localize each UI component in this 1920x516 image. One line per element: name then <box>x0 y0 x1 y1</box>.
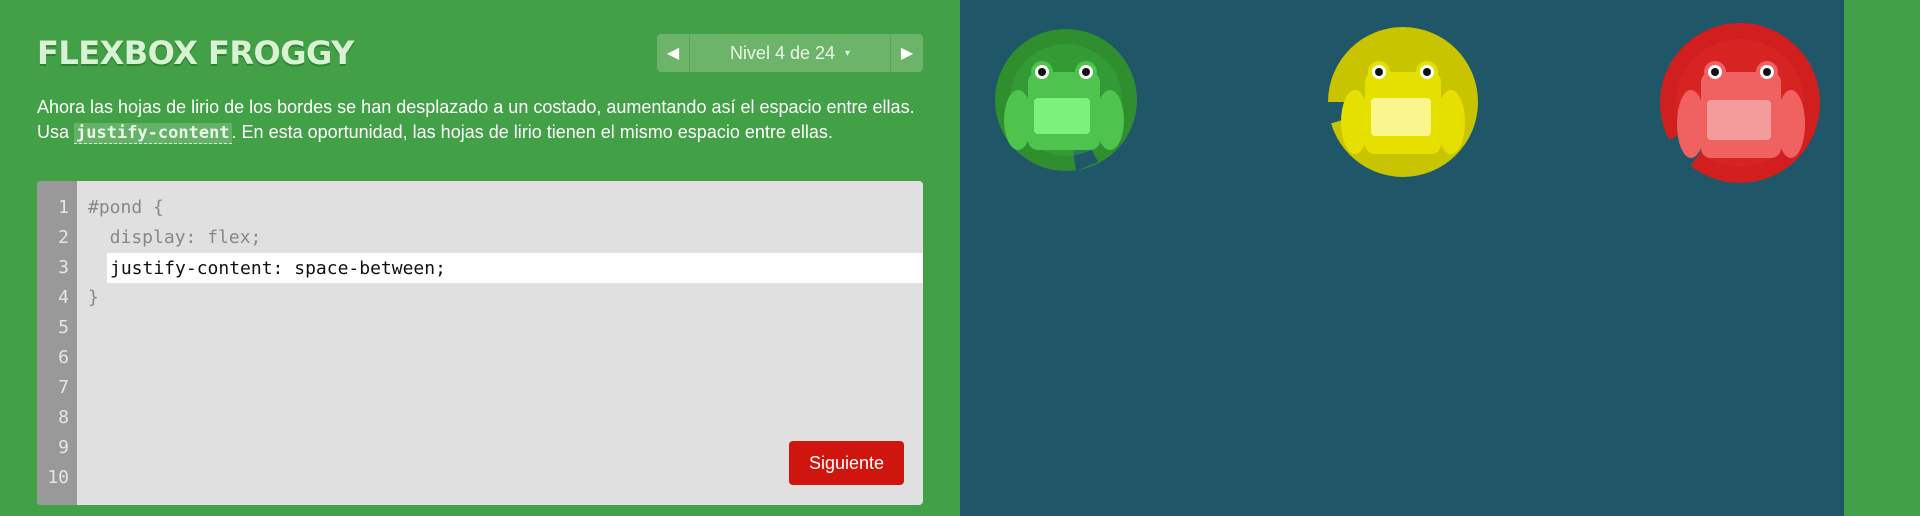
level-navigator: ◀ Nivel 4 de 24 ▾ ▶ <box>657 34 923 72</box>
right-margin <box>1844 0 1920 516</box>
line-number: 10 <box>47 467 69 488</box>
pond <box>960 0 1844 516</box>
code-line-1: #pond { <box>88 197 164 218</box>
line-number: 7 <box>58 377 69 398</box>
red-frog-on-lilypad <box>1660 23 1820 183</box>
caret-down-icon: ▾ <box>845 47 851 59</box>
yellow-frog-on-lilypad <box>1327 27 1478 177</box>
line-number: 1 <box>58 197 69 218</box>
line-number-gutter: 1 2 3 4 5 6 7 8 9 10 <box>37 181 77 505</box>
css-code-input[interactable] <box>107 253 923 283</box>
line-number: 5 <box>58 317 69 338</box>
level-indicator-text: Nivel 4 de 24 <box>729 42 836 63</box>
code-hint-justify-content[interactable]: justify-content <box>74 123 232 144</box>
app-title: FLEXBOX FROGGY <box>37 34 354 72</box>
line-number: 6 <box>58 347 69 368</box>
line-number: 9 <box>58 437 69 458</box>
code-line-4: } <box>88 287 99 308</box>
instructions-text-part2: . En esta oportunidad, las hojas de liri… <box>231 122 833 142</box>
level-dropdown[interactable]: Nivel 4 de 24 ▾ <box>690 34 890 72</box>
prev-level-button[interactable]: ◀ <box>657 34 690 72</box>
green-frog-on-lilypad <box>995 29 1137 171</box>
next-level-submit-button[interactable]: Siguiente <box>789 441 904 485</box>
instructions: Ahora las hojas de lirio de los bordes s… <box>37 95 927 146</box>
line-number: 2 <box>58 227 69 248</box>
sidebar: FLEXBOX FROGGY ◀ Nivel 4 de 24 ▾ ▶ Ahora… <box>0 0 960 516</box>
line-number: 4 <box>58 287 69 308</box>
triangle-right-icon: ▶ <box>900 45 914 62</box>
next-level-button[interactable]: ▶ <box>890 34 923 72</box>
line-number: 3 <box>58 257 69 278</box>
line-number: 8 <box>58 407 69 428</box>
triangle-left-icon: ◀ <box>666 45 680 62</box>
code-line-2: display: flex; <box>88 227 262 248</box>
